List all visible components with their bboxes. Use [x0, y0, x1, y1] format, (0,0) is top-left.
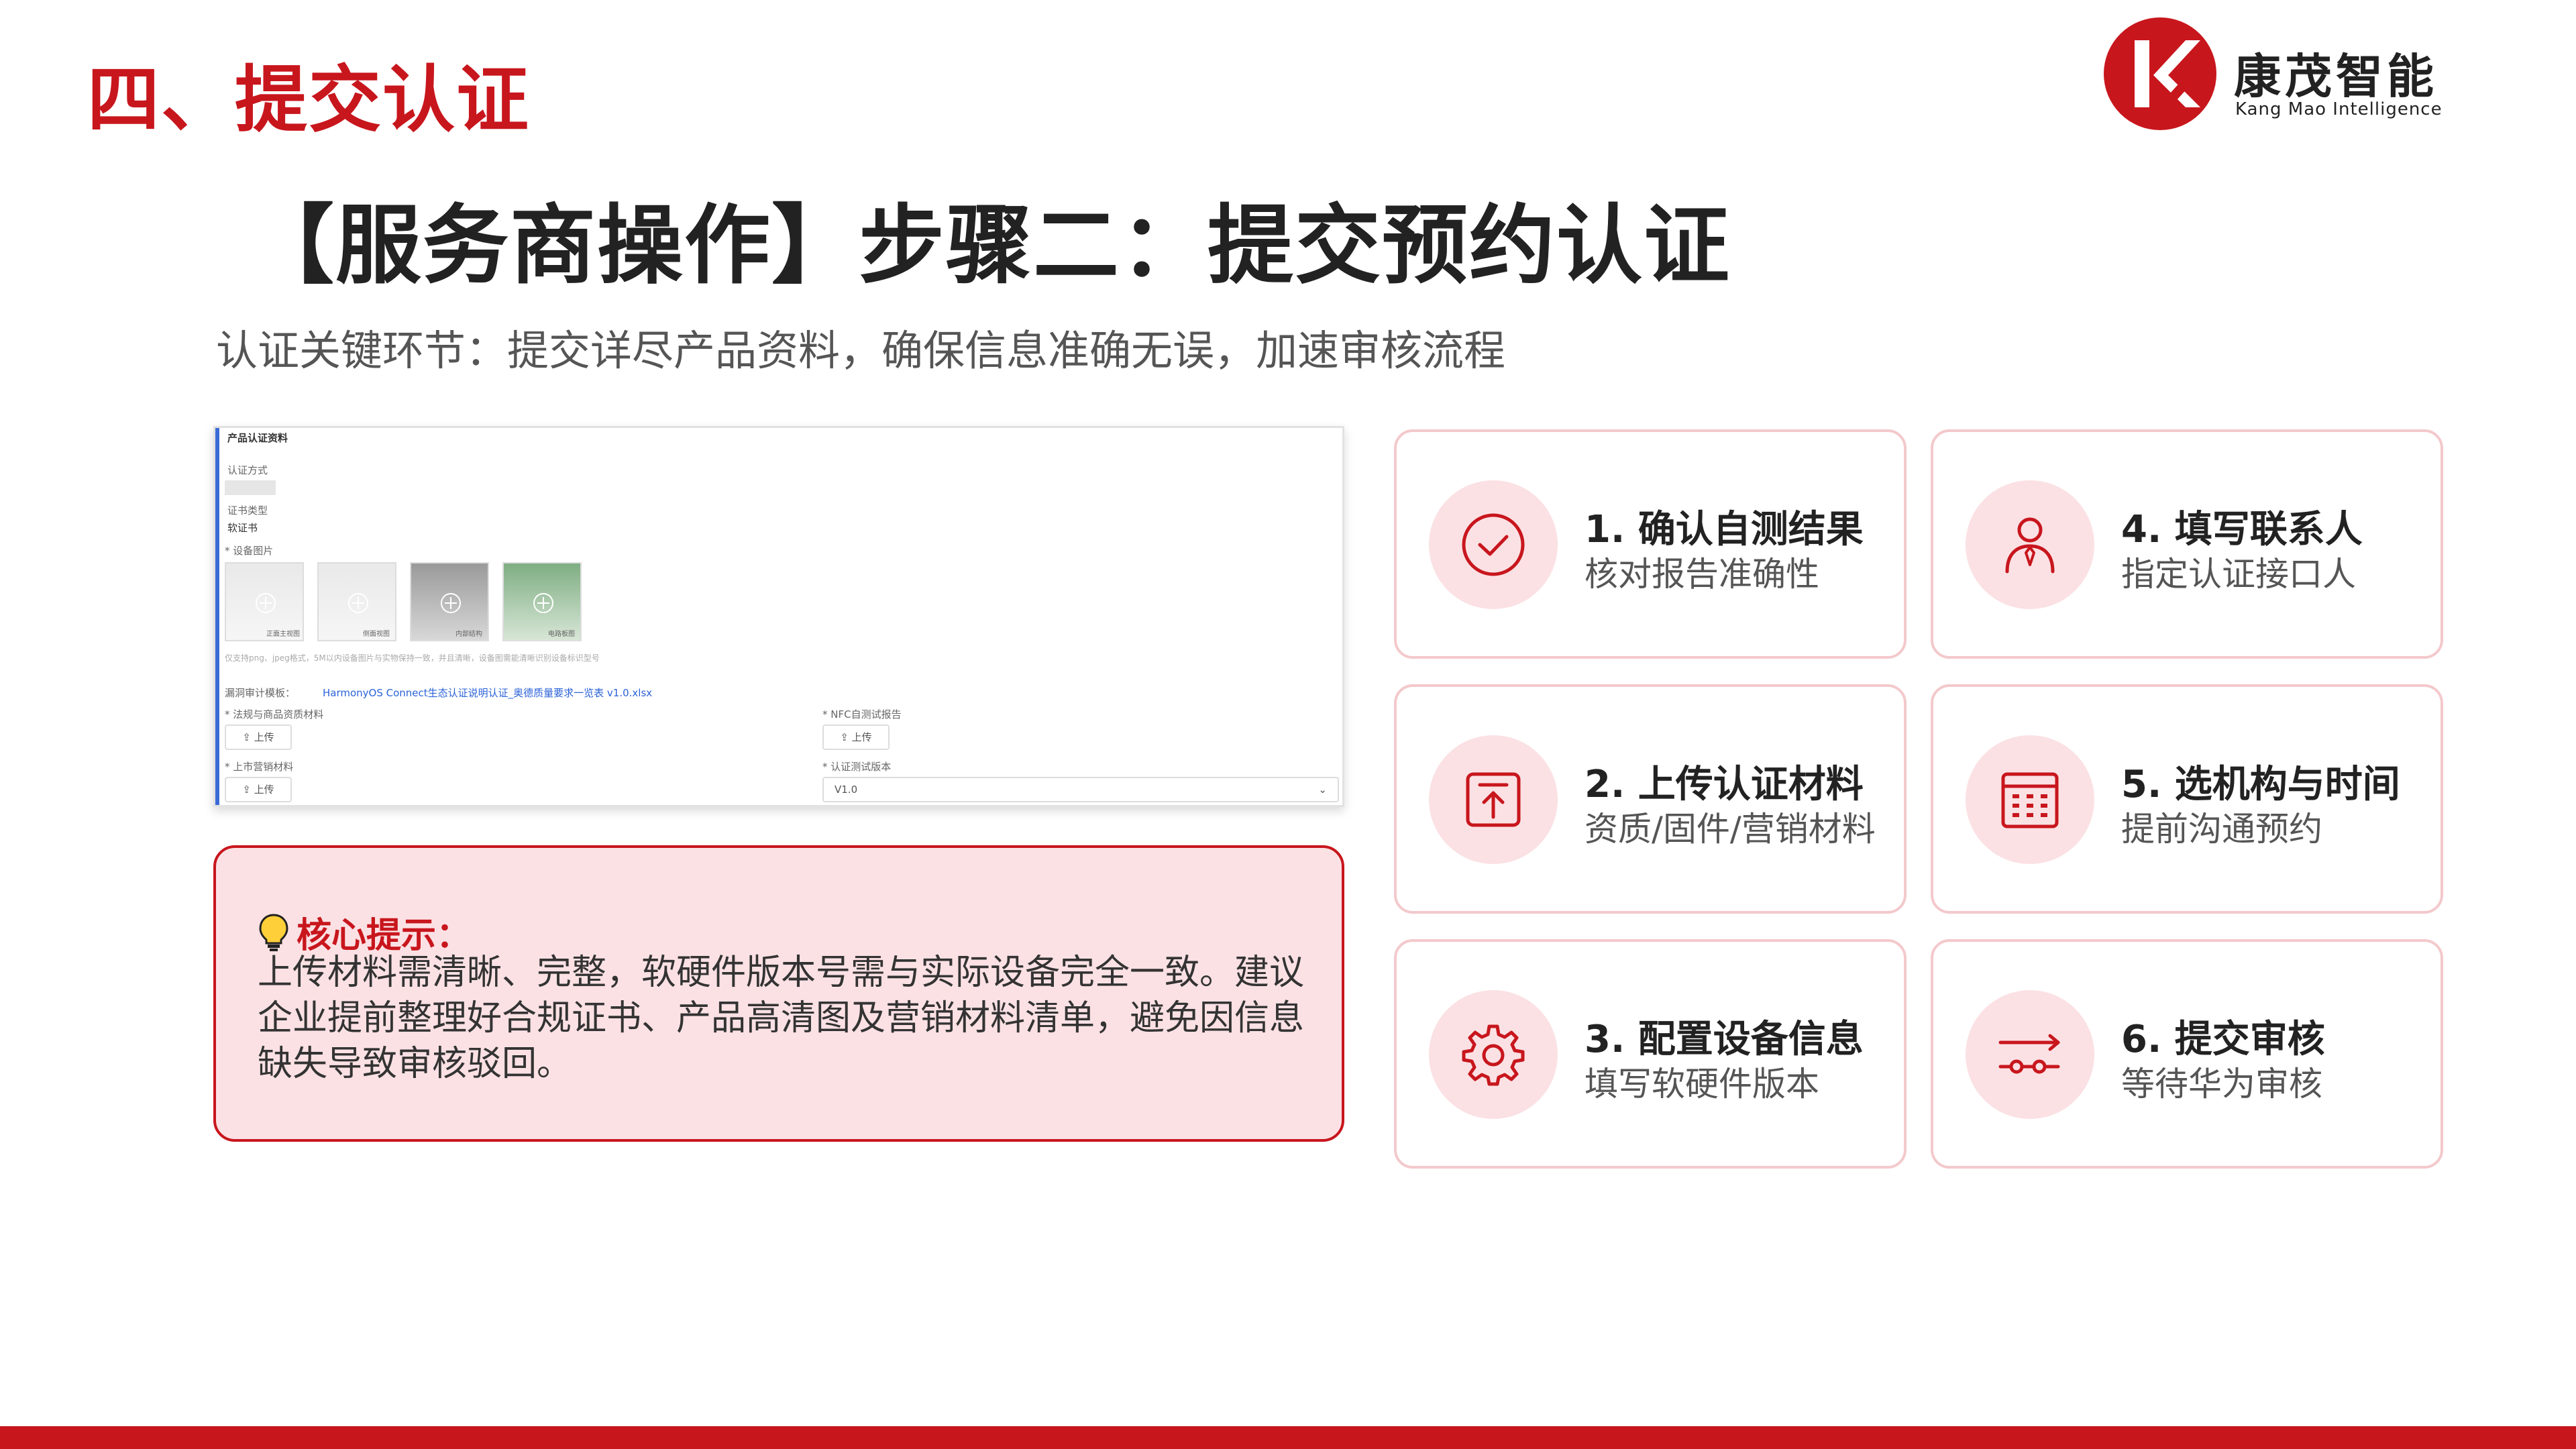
kangmao-logo-icon [2104, 17, 2216, 130]
step-icon-circle [1429, 990, 1558, 1119]
step-title: 3. 配置设备信息 [1585, 1018, 1864, 1061]
add-image-icon [256, 593, 276, 613]
upload-hint: 仅支持png、jpeg格式，5M以内设备图片与实物保持一致，并且清晰，设备图需能… [225, 653, 600, 663]
step-desc: 等待华为审核 [2121, 1065, 2322, 1104]
cert-type-value: 软证书 [227, 522, 258, 534]
upload-qualification-button[interactable]: ⇪ 上传 [225, 724, 292, 750]
device-image-thumb[interactable]: 侧面视图 [317, 562, 396, 641]
core-tip-box: 核心提示： 上传材料需清晰、完整，软硬件版本号需与实际设备完全一致。建议企业提前… [213, 845, 1344, 1142]
panel-edge [215, 428, 219, 805]
person-icon [2005, 517, 2055, 574]
step-icon-circle [1966, 735, 2094, 864]
add-image-icon [441, 593, 461, 613]
step-desc: 核对报告准确性 [1585, 555, 1819, 594]
step-desc: 资质/固件/营销材料 [1585, 810, 1876, 849]
section-title: 四、提交认证 [87, 58, 531, 142]
form-heading: 产品认证资料 [227, 432, 288, 444]
marketing-field-label: * 上市营销材料 [225, 761, 294, 773]
step-card-confirm-self-test: 1. 确认自测结果 核对报告准确性 [1394, 429, 1907, 659]
subtitle: 认证关键环节：提交详尽产品资料，确保信息准确无误，加速审核流程 [216, 326, 1506, 375]
form-screenshot: 产品认证资料 认证方式 证书类型 软证书 * 设备图片 正面主视图 侧面视图 内… [213, 426, 1344, 807]
nfc-report-label: * NFC自测试报告 [822, 708, 902, 720]
company-logo: 康茂智能 Kang Mao Intelligence [2100, 13, 2475, 130]
lightbulb-icon [259, 913, 288, 951]
device-image-thumb[interactable]: 正面主视图 [225, 562, 304, 641]
test-version-select[interactable]: V1.0 ⌄ [822, 777, 1339, 802]
footer-bar [0, 1426, 2576, 1449]
step-title: 6. 提交审核 [2121, 1018, 2325, 1061]
check-circle-icon [1462, 513, 1525, 576]
upload-marketing-button[interactable]: ⇪ 上传 [225, 777, 292, 802]
calendar-icon [2001, 772, 2059, 828]
step-card-upload-materials: 2. 上传认证材料 资质/固件/营销材料 [1394, 684, 1907, 914]
step-title: 1. 确认自测结果 [1585, 508, 1864, 551]
device-image-thumb[interactable]: 电路板图 [502, 562, 582, 641]
device-images-label: * 设备图片 [225, 545, 274, 557]
logo-name-cn: 康茂智能 [2234, 49, 2438, 104]
tip-body: 上传材料需清晰、完整，软硬件版本号需与实际设备完全一致。建议企业提前整理好合规证… [258, 953, 1305, 1084]
main-title: 【服务商操作】步骤二：提交预约认证 [248, 196, 1731, 296]
test-version-label: * 认证测试版本 [822, 761, 892, 773]
device-image-thumb[interactable]: 内部结构 [410, 562, 489, 641]
auth-method-value [225, 480, 276, 495]
step-title: 2. 上传认证材料 [1585, 763, 1864, 806]
gear-icon [1462, 1024, 1525, 1086]
step-icon-circle [1429, 735, 1558, 864]
step-card-configure-device: 3. 配置设备信息 填写软硬件版本 [1394, 939, 1907, 1169]
add-image-icon [348, 593, 368, 613]
upload-icon [1466, 772, 1521, 827]
qualification-field-label: * 法规与商品资质材料 [225, 708, 324, 720]
step-card-submit-review: 6. 提交审核 等待华为审核 [1931, 939, 2443, 1169]
step-desc: 填写软硬件版本 [1585, 1065, 1819, 1104]
step-card-select-agency: 5. 选机构与时间 提前沟通预约 [1931, 684, 2443, 914]
cert-type-label: 证书类型 [227, 504, 268, 517]
chevron-down-icon: ⌄ [1318, 784, 1327, 796]
step-title: 5. 选机构与时间 [2121, 763, 2400, 806]
step-card-fill-contact: 4. 填写联系人 指定认证接口人 [1931, 429, 2443, 659]
logo-name-en: Kang Mao Intelligence [2235, 99, 2443, 119]
auth-method-label: 认证方式 [227, 464, 268, 476]
step-desc: 指定认证接口人 [2121, 555, 2356, 594]
step-icon-circle [1429, 480, 1558, 609]
flow-arrow-icon [1998, 1034, 2060, 1074]
step-title: 4. 填写联系人 [2121, 508, 2363, 551]
template-download-link[interactable]: HarmonyOS Connect生态认证说明认证_奥德质量要求一览表 v1.0… [323, 686, 652, 700]
add-image-icon [533, 593, 553, 613]
step-desc: 提前沟通预约 [2121, 810, 2322, 849]
step-icon-circle [1966, 480, 2094, 609]
template-label: 漏洞审计模板： [225, 687, 296, 699]
step-icon-circle [1966, 990, 2094, 1119]
upload-nfc-report-button[interactable]: ⇪ 上传 [822, 724, 890, 750]
